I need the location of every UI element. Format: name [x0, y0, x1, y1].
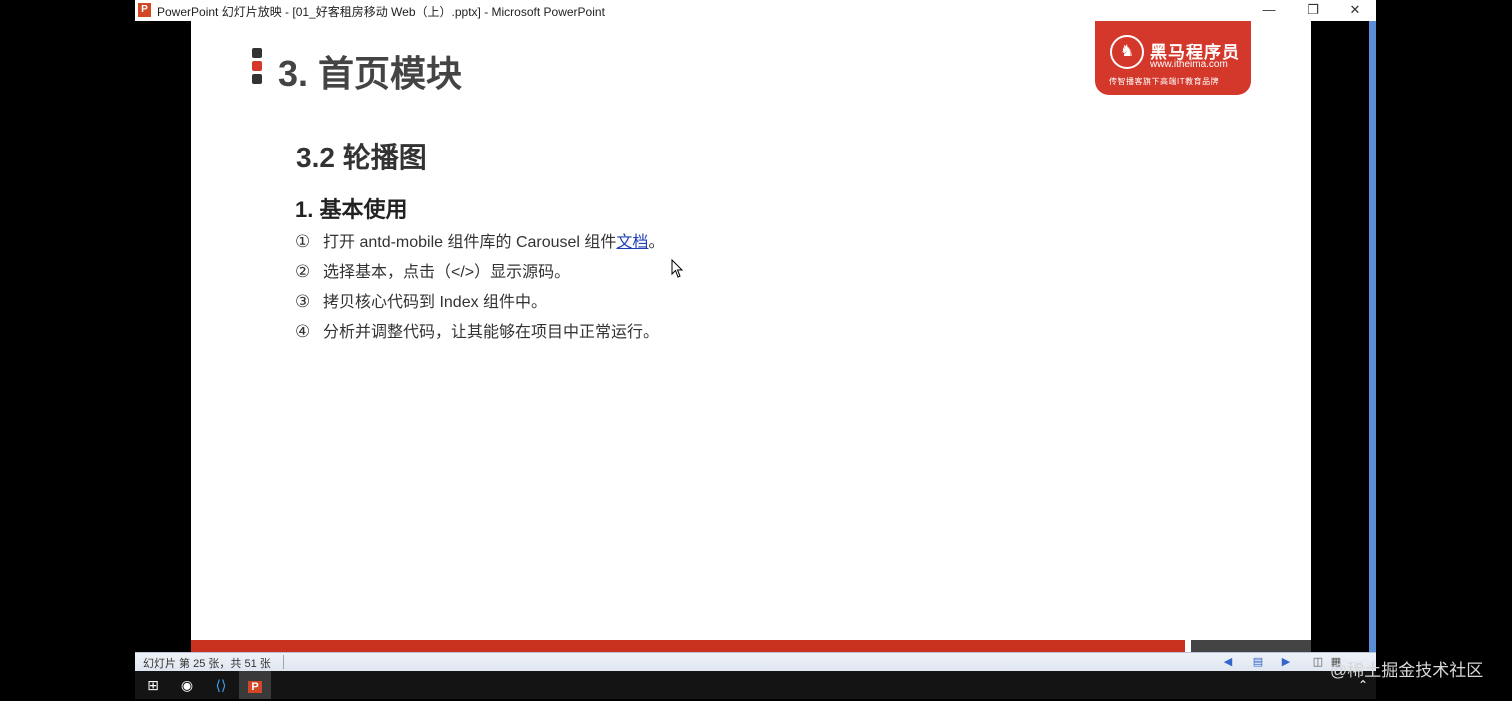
- powerpoint-taskbar-icon[interactable]: P: [239, 671, 271, 699]
- window-edge: [1369, 21, 1376, 652]
- mouse-cursor-icon: [671, 259, 684, 278]
- step-text: 选择基本，点击（</>）显示源码。: [323, 264, 571, 281]
- taskbar: ⊞ ◉ ⟨⟩ P ⌃: [135, 671, 1376, 699]
- footer-red-bar: [191, 640, 1185, 652]
- step-number: ④: [295, 322, 311, 341]
- docs-link[interactable]: 文档: [616, 234, 648, 251]
- list-item: ① 打开 antd-mobile 组件库的 Carousel 组件文档。: [295, 229, 664, 259]
- status-divider: [283, 655, 284, 669]
- next-slide-icon[interactable]: ▶: [1279, 655, 1293, 669]
- subsection-title: 1. 基本使用: [295, 197, 408, 222]
- slide-canvas: 3. 首页模块 3.2 轮播图 1. 基本使用 ① 打开 antd-mobile …: [191, 21, 1311, 652]
- watermark: @稀土掘金技术社区: [1330, 661, 1484, 680]
- slide-counter: 幻灯片 第 25 张，共 51 张: [143, 658, 271, 670]
- step-text: 拷贝核心代码到 Index 组件中。: [323, 294, 548, 311]
- window-title-bar: P PowerPoint 幻灯片放映 - [01_好客租房移动 Web（上）.p…: [135, 0, 1376, 21]
- logo-url: www.itheima.com: [1150, 59, 1228, 70]
- close-button[interactable]: ✕: [1337, 0, 1373, 21]
- step-list: ① 打开 antd-mobile 组件库的 Carousel 组件文档。 ② 选择基…: [295, 229, 664, 349]
- windows-start-icon[interactable]: ⊞: [137, 671, 169, 699]
- step-text: 打开 antd-mobile 组件库的 Carousel 组件: [323, 234, 617, 251]
- horse-logo-icon: ♞: [1110, 35, 1144, 69]
- vscode-icon[interactable]: ⟨⟩: [205, 671, 237, 699]
- section-title: 3.2 轮播图: [296, 142, 427, 173]
- restore-button[interactable]: ❐: [1295, 0, 1331, 21]
- logo-slogan: 传智播客旗下高端IT教育品牌: [1109, 77, 1220, 86]
- status-bar: 幻灯片 第 25 张，共 51 张 ◀ ▤ ▶ ◫ ▦: [135, 652, 1376, 672]
- step-number: ③: [295, 292, 311, 311]
- step-number: ②: [295, 262, 311, 281]
- step-number: ①: [295, 232, 311, 251]
- normal-view-icon[interactable]: ◫: [1311, 655, 1325, 669]
- previous-slide-icon[interactable]: ◀: [1221, 655, 1235, 669]
- list-item: ④ 分析并调整代码，让其能够在项目中正常运行。: [295, 319, 664, 349]
- list-item: ③ 拷贝核心代码到 Index 组件中。: [295, 289, 664, 319]
- window-title: PowerPoint 幻灯片放映 - [01_好客租房移动 Web（上）.ppt…: [157, 5, 605, 19]
- minimize-button[interactable]: —: [1251, 0, 1287, 21]
- slide-heading: 3. 首页模块: [278, 53, 463, 94]
- slide-menu-icon[interactable]: ▤: [1251, 655, 1265, 669]
- powerpoint-icon: P: [138, 3, 151, 17]
- step-text: 分析并调整代码，让其能够在项目中正常运行。: [323, 324, 660, 341]
- step-tail: 。: [648, 234, 665, 251]
- footer-gray-bar: [1191, 640, 1311, 652]
- list-item: ② 选择基本，点击（</>）显示源码。: [295, 259, 664, 289]
- itheima-logo: ♞ 黑马程序员 www.itheima.com 传智播客旗下高端IT教育品牌: [1095, 21, 1251, 95]
- chrome-icon[interactable]: ◉: [171, 671, 203, 699]
- heading-bullet-icon: [252, 48, 262, 84]
